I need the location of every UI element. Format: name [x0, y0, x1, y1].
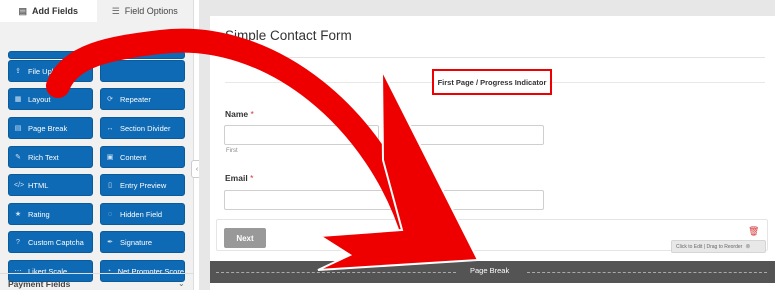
field-button-rich-text[interactable]: ✎ Rich Text [8, 146, 93, 168]
field-button-label: Repeater [120, 94, 151, 104]
progress-indicator-label: First Page / Progress Indicator [437, 77, 547, 87]
chevron-left-icon: ‹ [195, 165, 199, 173]
list-icon: ▤ [18, 5, 27, 16]
edit-hint-text: Click to Edit | Drag to Reorder [676, 243, 743, 250]
field-button-partial-2[interactable] [100, 51, 185, 59]
pen-icon: ✒ [107, 239, 113, 246]
rich-text-icon: ✎ [15, 154, 21, 161]
page-break-dash-left [216, 272, 456, 273]
panel-tabs: ▤ Add Fields ☰ Field Options [0, 0, 193, 22]
edit-reorder-hint: Click to Edit | Drag to Reorder ⊗ [671, 240, 766, 253]
form-title: Simple Contact Form [225, 28, 352, 43]
repeater-icon: ⟳ [107, 96, 113, 103]
close-icon[interactable]: ⊗ [745, 243, 750, 250]
required-marker: * [250, 173, 254, 183]
field-button-label: Layout [28, 94, 51, 104]
layout-icon: ▦ [14, 96, 22, 103]
email-field-label: Email * [225, 173, 253, 183]
star-icon: ★ [14, 211, 22, 218]
field-button-file-upload[interactable]: ⇪ File Upload [8, 60, 93, 82]
field-button-label: Section Divider [120, 123, 171, 133]
field-button-label: Rating [28, 209, 50, 219]
field-button-label: Content [120, 152, 147, 162]
tab-field-options-label: Field Options [124, 6, 178, 16]
last-name-sublabel: Last [391, 148, 403, 154]
field-button-label: Custom Captcha [28, 237, 84, 247]
field-button-net-promoter-score[interactable]: ◔ Net Promoter Score [100, 260, 185, 282]
field-button-partial-1[interactable] [8, 51, 93, 59]
payment-fields-section-title[interactable]: Payment Fields [8, 279, 70, 289]
trash-icon[interactable]: 🗑 [748, 226, 759, 237]
section-divider-icon: ↔ [106, 124, 114, 132]
field-button-layout[interactable]: ▦ Layout [8, 88, 93, 110]
field-button-signature[interactable]: ✒ Signature [100, 231, 185, 253]
field-button-rating[interactable]: ★ Rating [8, 203, 93, 225]
field-button-content[interactable]: ▣ Content [100, 146, 185, 168]
eye-slash-icon: ◌ [107, 210, 113, 218]
field-button-label: File Upload [28, 66, 66, 76]
field-button-entry-preview[interactable]: ▯ Entry Preview [100, 174, 185, 196]
field-button-label: Hidden Field [120, 209, 163, 219]
name-field-label: Name * [225, 109, 254, 119]
progress-indicator-highlight[interactable]: First Page / Progress Indicator [432, 69, 552, 95]
title-divider [225, 57, 765, 58]
email-label-text: Email [225, 173, 248, 183]
tab-add-fields[interactable]: ▤ Add Fields [0, 0, 97, 22]
add-fields-panel: ▤ Add Fields ☰ Field Options ⇪ File Uplo… [0, 0, 194, 290]
field-button-hidden-field[interactable]: ◌ Hidden Field [100, 203, 185, 225]
field-button-label: HTML [28, 180, 49, 190]
code-icon: </> [14, 181, 25, 189]
field-button-hidden-under-arrow[interactable] [100, 60, 185, 82]
name-label-text: Name [225, 109, 249, 119]
email-input[interactable] [224, 190, 544, 210]
content-icon: ▣ [106, 154, 114, 161]
field-button-html[interactable]: </> HTML [8, 174, 93, 196]
required-marker: * [250, 109, 254, 119]
field-button-page-break[interactable]: ▤ Page Break [8, 117, 93, 139]
page-break-label: Page Break [470, 266, 510, 275]
question-icon: ? [16, 238, 20, 246]
file-icon: ▯ [108, 182, 112, 189]
field-button-label: Page Break [28, 123, 68, 133]
upload-icon: ⇪ [15, 68, 21, 75]
field-button-label: Likert Scale [28, 266, 68, 276]
tab-field-options[interactable]: ☰ Field Options [97, 0, 194, 22]
tab-add-fields-label: Add Fields [32, 6, 79, 16]
field-button-repeater[interactable]: ⟳ Repeater [100, 88, 185, 110]
field-button-label: Signature [120, 237, 153, 247]
last-name-input[interactable] [389, 125, 544, 145]
field-button-section-divider[interactable]: ↔ Section Divider [100, 117, 185, 139]
chevron-down-icon[interactable]: ⌄ [178, 279, 185, 288]
page-break-dash-right [527, 272, 767, 273]
field-button-label: Rich Text [28, 152, 59, 162]
field-button-custom-captcha[interactable]: ? Custom Captcha [8, 231, 93, 253]
field-button-label: Net Promoter Score [117, 266, 184, 276]
sliders-icon: ☰ [111, 5, 120, 16]
first-name-input[interactable] [224, 125, 379, 145]
first-name-sublabel: First [226, 148, 238, 154]
field-button-label: Entry Preview [120, 180, 167, 190]
next-button[interactable]: Next [224, 228, 266, 248]
page-break-icon: ▤ [14, 125, 22, 132]
section-divider-line [0, 273, 193, 274]
